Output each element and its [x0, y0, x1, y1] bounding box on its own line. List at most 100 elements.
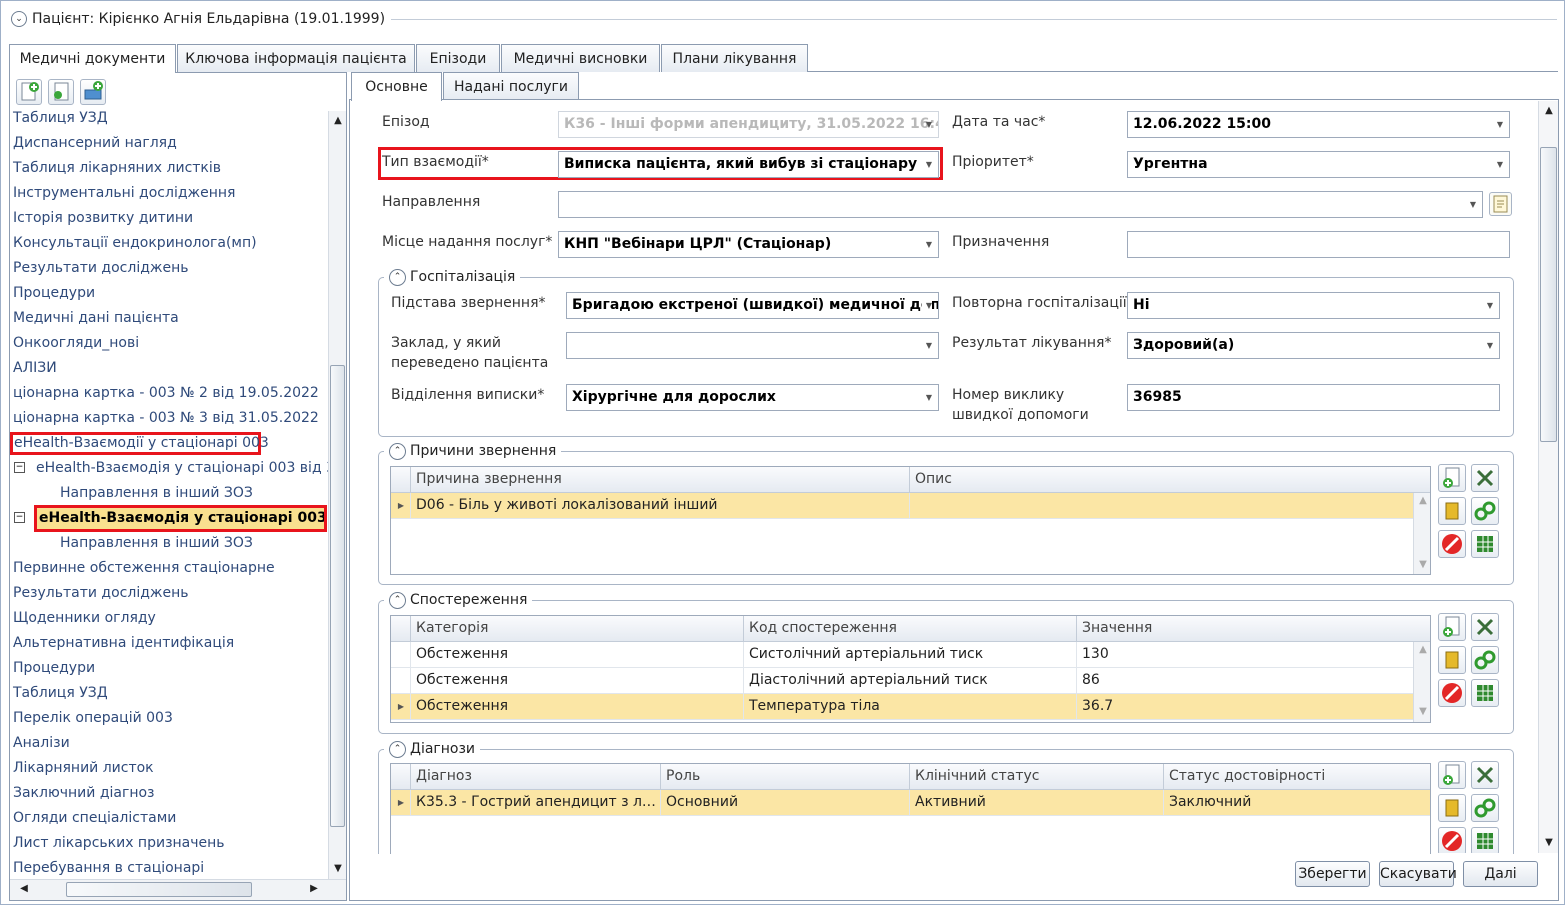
service-place-select[interactable]: КНП "Вебінари ЦРЛ" (Стаціонар) ▼ [558, 231, 939, 258]
link-row-button[interactable] [1471, 646, 1499, 674]
column-header[interactable]: Статус достовірності [1163, 764, 1409, 790]
tree-item[interactable]: Онкоогляди_нові [13, 331, 139, 356]
tree-item[interactable]: ціонарна картка - 003 № 3 від 31.05.2022 [13, 406, 319, 431]
tree-item[interactable]: Щоденники огляду [13, 606, 156, 631]
table-row[interactable]: Обстеження Систолічний артеріальний тиск… [391, 642, 1430, 668]
tree-item[interactable]: АЛІЗИ [13, 356, 57, 381]
dropdown-arrow-icon[interactable]: ▼ [1487, 333, 1493, 358]
tree-item-interaction-31-05[interactable]: eHealth-Взаємодія у стаціонарі 003 від 3… [36, 456, 328, 481]
column-header[interactable]: Значення [1076, 616, 1409, 642]
table-row[interactable]: ▶ Обстеження Температура тіла 36.7 [391, 694, 1430, 720]
export-row-button[interactable] [1471, 530, 1499, 558]
collapse-up-icon[interactable]: ⌃ [389, 442, 406, 460]
subtab-services[interactable]: Надані послуги [443, 72, 579, 100]
basis-select[interactable]: Бригадою екстреної (швидкої) медичної до… [566, 292, 939, 319]
table-row[interactable]: ▶ К35.3 - Гострий апендицит з локалізова… [391, 790, 1430, 816]
tree-item[interactable]: Процедури [13, 281, 95, 306]
tree-scroll-thumb[interactable] [330, 365, 345, 827]
tools-button[interactable] [1471, 464, 1499, 492]
edit-row-button[interactable] [1438, 646, 1466, 674]
tree-item[interactable]: Результати досліджень [13, 581, 189, 606]
scroll-down-arrow-icon[interactable]: ▼ [1543, 837, 1555, 848]
collapse-up-icon[interactable]: ⌃ [389, 268, 406, 286]
datetime-field[interactable]: 12.06.2022 15:00 ▼ [1127, 111, 1510, 138]
form-vertical-scrollbar[interactable]: ▲ ▼ [1538, 101, 1558, 853]
tree-item[interactable]: Лист лікарських призначень [13, 831, 225, 856]
scroll-up-arrow-icon[interactable]: ▲ [332, 115, 344, 126]
scroll-up-arrow-icon[interactable]: ▲ [1417, 495, 1429, 506]
call-number-field[interactable]: 36985 [1127, 384, 1500, 411]
link-row-button[interactable] [1471, 497, 1499, 525]
dropdown-arrow-icon[interactable]: ▼ [1487, 293, 1493, 318]
transfer-select[interactable]: ▼ [566, 332, 939, 359]
collapse-node-icon[interactable]: − [14, 512, 25, 523]
scroll-left-arrow-icon[interactable]: ◀ [18, 883, 30, 894]
column-header[interactable]: Опис [909, 467, 1409, 493]
repeat-select[interactable]: Ні ▼ [1127, 292, 1500, 319]
tree-item[interactable]: Огляди спеціалістами [13, 806, 176, 831]
collapse-node-icon[interactable]: − [14, 462, 25, 473]
scroll-down-arrow-icon[interactable]: ▼ [1417, 706, 1429, 717]
tab-key-info[interactable]: Ключова інформація пацієнта [177, 44, 415, 72]
tree-vertical-scrollbar[interactable]: ▲ ▼ [328, 111, 346, 879]
purpose-field[interactable] [1127, 231, 1510, 258]
add-document-button[interactable] [16, 79, 42, 105]
column-header[interactable]: Категорія [410, 616, 743, 642]
tree-item[interactable]: Історія розвитку дитини [13, 206, 193, 231]
tree-item[interactable]: Таблиця лікарняних листків [13, 156, 221, 181]
table-row[interactable]: Обстеження Діастолічний артеріальний тис… [391, 668, 1430, 694]
scroll-down-arrow-icon[interactable]: ▼ [332, 863, 344, 874]
tree-item-ehealth-interactions[interactable]: eHealth-Взаємодії у стаціонарі 003 [10, 432, 269, 455]
link-row-button[interactable] [1471, 794, 1499, 822]
cancel-button[interactable]: Скасувати [1379, 861, 1457, 887]
tree-hscroll-thumb[interactable] [66, 882, 252, 897]
tree-item[interactable]: Результати досліджень [13, 256, 189, 281]
result-select[interactable]: Здоровий(а) ▼ [1127, 332, 1500, 359]
tree-item-referral[interactable]: Направлення в інший ЗОЗ [60, 481, 253, 506]
tools-button[interactable] [1471, 613, 1499, 641]
referral-select[interactable]: ▼ [558, 191, 1483, 218]
tab-medical-conclusions[interactable]: Медичні висновки [501, 44, 660, 72]
column-header[interactable]: Клінічний статус [909, 764, 1163, 790]
interaction-type-select[interactable]: Виписка пацієнта, який вибув зі стаціона… [558, 151, 939, 178]
tab-medical-documents[interactable]: Медичні документи [9, 44, 176, 73]
table-row[interactable]: ▶ D06 - Біль у животі локалізований інши… [391, 493, 1430, 519]
dropdown-arrow-icon[interactable]: ▼ [926, 232, 932, 257]
tree-item[interactable]: Альтернативна ідентифікація [13, 631, 234, 656]
grid-scrollbar[interactable]: ▲ ▼ [1413, 493, 1430, 574]
delete-row-button[interactable] [1438, 827, 1466, 853]
tab-treatment-plans[interactable]: Плани лікування [661, 44, 808, 72]
tree-item[interactable]: Інструментальні дослідження [13, 181, 235, 206]
tree-item-referral[interactable]: Направлення в інший ЗОЗ [60, 531, 253, 556]
column-header[interactable]: Причина звернення [410, 467, 909, 493]
tools-button[interactable] [1471, 761, 1499, 789]
tree-item[interactable]: Таблиця УЗД [13, 681, 108, 706]
tree-item[interactable]: Аналізи [13, 731, 70, 756]
grid-scrollbar[interactable]: ▲ ▼ [1413, 642, 1430, 722]
delete-row-button[interactable] [1438, 679, 1466, 707]
tree-item[interactable]: Первинне обстеження стаціонарне [13, 556, 275, 581]
collapse-chevron-icon[interactable]: ⌄ [11, 11, 27, 27]
tree-item[interactable]: Диспансерний нагляд [13, 131, 177, 156]
tree-item[interactable]: Медичні дані пацієнта [13, 306, 179, 331]
scroll-up-arrow-icon[interactable]: ▲ [1417, 644, 1429, 655]
collapse-up-icon[interactable]: ⌃ [389, 591, 406, 609]
column-header[interactable]: Діагноз [410, 764, 660, 790]
subtab-main[interactable]: Основне [351, 72, 442, 101]
dropdown-arrow-icon[interactable]: ▼ [926, 152, 932, 177]
collapse-up-icon[interactable]: ⌃ [389, 740, 406, 758]
tree-item[interactable]: Консультації ендокринолога(мп) [13, 231, 257, 256]
tree-item[interactable]: Процедури [13, 656, 95, 681]
export-row-button[interactable] [1471, 679, 1499, 707]
edit-row-button[interactable] [1438, 794, 1466, 822]
department-select[interactable]: Хірургічне для дорослих ▼ [566, 384, 939, 411]
scroll-right-arrow-icon[interactable]: ▶ [308, 883, 320, 894]
column-header[interactable]: Роль [660, 764, 909, 790]
tree-item[interactable]: Заключний діагноз [13, 781, 154, 806]
delete-row-button[interactable] [1438, 530, 1466, 558]
edit-referral-button[interactable] [1489, 192, 1512, 216]
dropdown-arrow-icon[interactable]: ▼ [1497, 112, 1503, 137]
dropdown-arrow-icon[interactable]: ▼ [1497, 152, 1503, 177]
tree-item[interactable]: Таблиця УЗД [13, 108, 108, 131]
export-row-button[interactable] [1471, 827, 1499, 853]
